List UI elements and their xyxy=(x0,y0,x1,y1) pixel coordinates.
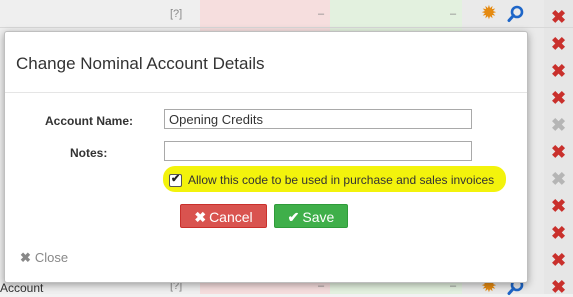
cancel-button[interactable]: ✖ Cancel xyxy=(180,204,267,228)
delete-icon[interactable]: ✖ xyxy=(551,89,566,107)
delete-icon[interactable]: ✖ xyxy=(551,170,566,188)
delete-icon[interactable]: ✖ xyxy=(551,197,566,215)
close-icon: ✖ xyxy=(194,209,207,225)
help-ref[interactable]: [?] xyxy=(170,8,182,20)
debit-value: – xyxy=(318,8,325,20)
credit-value: – xyxy=(450,8,457,20)
allow-invoices-label[interactable]: Allow this code to be used in purchase a… xyxy=(188,173,494,187)
close-icon: ✖ xyxy=(20,250,31,265)
notes-label: Notes: xyxy=(70,146,108,160)
close-link[interactable]: ✖ Close xyxy=(20,250,68,266)
delete-icon[interactable]: ✖ xyxy=(551,116,566,134)
account-label: Account xyxy=(0,281,44,295)
notes-input[interactable] xyxy=(164,141,472,161)
checkmark-icon: ✔ xyxy=(171,173,181,185)
allow-invoices-checkbox[interactable]: ✔ xyxy=(169,173,182,187)
gear-icon[interactable]: ✹ xyxy=(481,4,497,23)
close-label: Close xyxy=(34,250,69,265)
save-button[interactable]: ✔ Save xyxy=(274,204,348,228)
change-account-dialog: Change Nominal Account Details Account N… xyxy=(4,31,528,283)
cancel-label: Cancel xyxy=(209,209,253,225)
delete-icon[interactable]: ✖ xyxy=(551,62,566,80)
save-label: Save xyxy=(302,209,335,225)
check-icon: ✔ xyxy=(287,209,300,225)
delete-icon[interactable]: ✖ xyxy=(551,251,566,269)
search-icon[interactable] xyxy=(507,5,525,23)
delete-icon[interactable]: ✖ xyxy=(551,278,566,296)
dialog-title: Change Nominal Account Details xyxy=(16,54,265,73)
delete-icon[interactable]: ✖ xyxy=(551,35,566,53)
account-name-input[interactable] xyxy=(164,109,472,129)
delete-icon[interactable]: ✖ xyxy=(551,224,566,242)
delete-icon[interactable]: ✖ xyxy=(551,143,566,161)
account-name-label: Account Name: xyxy=(45,114,134,128)
delete-icon[interactable]: ✖ xyxy=(551,8,566,26)
table-row: [?] – – ✹ xyxy=(0,0,573,28)
divider xyxy=(5,92,527,93)
